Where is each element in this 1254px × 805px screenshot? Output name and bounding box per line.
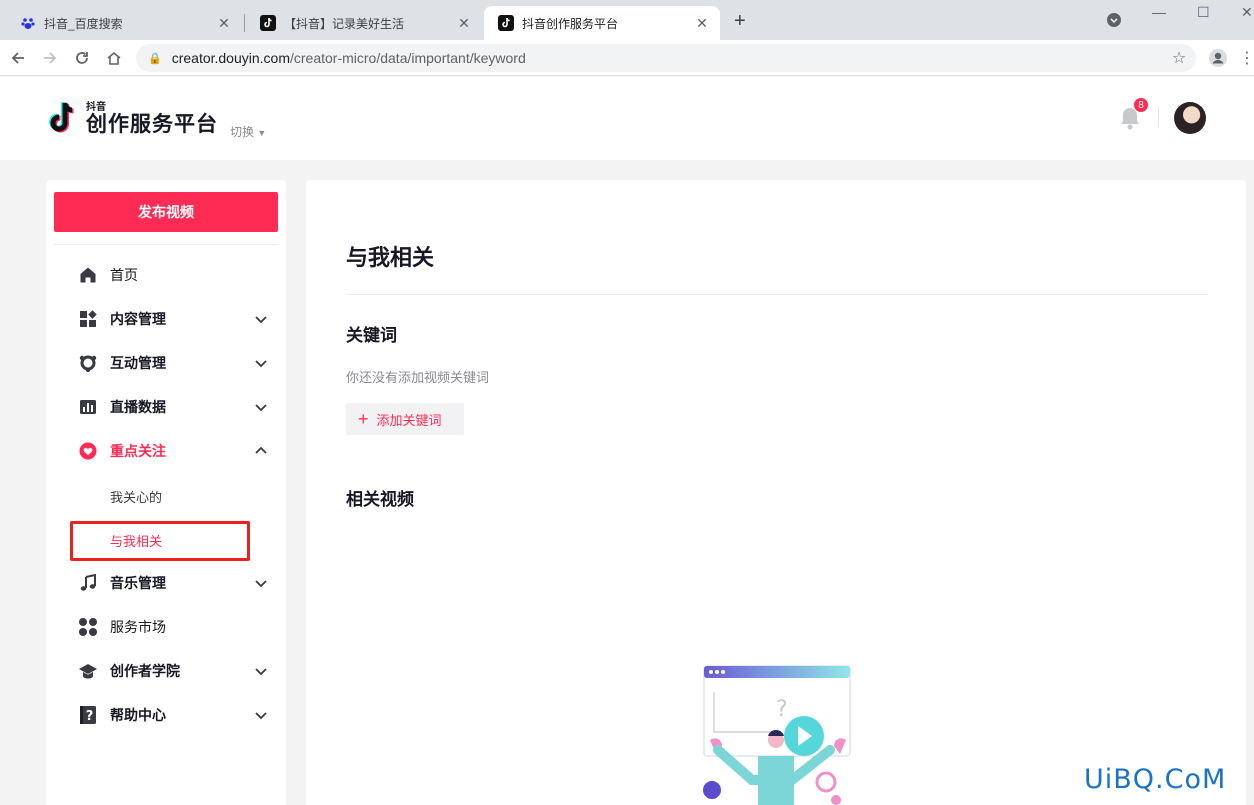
url-path: /creator-micro/data/important/keyword xyxy=(290,50,526,66)
browser-menu-icon[interactable]: ⋮ xyxy=(1239,47,1254,69)
close-tab-icon[interactable]: ✕ xyxy=(216,15,232,32)
lock-icon: 🔒 xyxy=(148,52,162,65)
chevron-down-icon xyxy=(255,668,267,676)
user-avatar[interactable] xyxy=(1174,102,1206,134)
switch-label: 切换 xyxy=(230,125,255,139)
watermark-text: UiBQ.CoM xyxy=(1084,764,1227,795)
close-window-icon[interactable]: ✕ xyxy=(1241,4,1253,21)
douyin-logo-icon xyxy=(49,101,74,133)
sidebar-subitem-my-concern[interactable]: 我关心的 xyxy=(110,487,162,506)
chevron-up-icon xyxy=(255,446,267,454)
publish-video-button[interactable]: 发布视频 xyxy=(54,192,278,232)
url-input[interactable]: 🔒 creator.douyin.com/creator-micro/data/… xyxy=(136,44,1196,72)
help-question-icon: ? xyxy=(78,705,98,725)
heart-icon xyxy=(78,441,98,461)
logo-title: 创作服务平台 xyxy=(86,113,218,136)
sidebar-item-label: 重点关注 xyxy=(110,443,166,459)
tab-separator xyxy=(244,14,245,32)
home-page-icon[interactable] xyxy=(103,47,125,69)
sidebar-item-label: 首页 xyxy=(110,267,138,283)
browser-tab-baidu[interactable]: 抖音_百度搜索 ✕ xyxy=(6,6,242,40)
home-icon xyxy=(78,265,98,285)
chevron-down-icon xyxy=(255,404,267,412)
douyin-icon xyxy=(260,15,276,31)
forward-arrow-icon[interactable] xyxy=(39,47,61,69)
minimize-window-icon[interactable]: — xyxy=(1152,4,1166,20)
browser-tab-bar: 抖音_百度搜索 ✕ 【抖音】记录美好生活 ✕ 抖音创作服务平台 ✕ + — ☐ … xyxy=(0,0,1254,40)
keywords-empty-hint: 你还没有添加视频关键词 xyxy=(346,370,490,385)
sidebar-item-label: 内容管理 xyxy=(110,311,166,327)
notification-count-badge: 8 xyxy=(1133,97,1149,113)
douyin-icon xyxy=(498,15,514,31)
switch-platform-dropdown[interactable]: 切换 ▼ xyxy=(230,123,266,140)
new-tab-button[interactable]: + xyxy=(734,10,746,32)
add-keyword-label: 添加关键词 xyxy=(376,412,442,428)
browser-tab-douyin-home[interactable]: 【抖音】记录美好生活 ✕ xyxy=(246,6,482,40)
graduation-cap-icon xyxy=(78,661,98,681)
site-header: 抖音 创作服务平台 切换 ▼ 8 xyxy=(0,77,1254,160)
sidebar-item-live-data[interactable]: 直播数据 xyxy=(78,395,268,419)
sidebar-item-label: 服务市场 xyxy=(110,619,166,635)
caret-down-icon: ▼ xyxy=(257,128,267,138)
sidebar-item-content[interactable]: 内容管理 xyxy=(78,307,268,331)
sidebar-item-help-center[interactable]: ? 帮助中心 xyxy=(78,703,268,727)
main-content: 与我相关 关键词 你还没有添加视频关键词 + 添加关键词 相关视频 ? xyxy=(306,180,1246,805)
related-videos-section-title: 相关视频 xyxy=(346,490,414,509)
url-host: creator.douyin.com xyxy=(171,50,290,66)
tab-title: 抖音_百度搜索 xyxy=(44,16,123,31)
interaction-icon xyxy=(78,353,98,373)
sidebar: 发布视频 首页 内容管理 互动管理 直播数据 重点关注 我关心的 与我相关 音乐… xyxy=(46,180,286,805)
sidebar-item-label: 创作者学院 xyxy=(110,663,180,679)
tab-title: 抖音创作服务平台 xyxy=(522,16,619,31)
close-tab-icon[interactable]: ✕ xyxy=(456,15,472,32)
sidebar-item-label: 音乐管理 xyxy=(110,575,166,591)
title-divider xyxy=(346,294,1208,295)
reload-icon[interactable] xyxy=(71,47,93,69)
browser-tab-creator-platform[interactable]: 抖音创作服务平台 ✕ xyxy=(484,6,720,40)
chevron-down-icon xyxy=(255,360,267,368)
chevron-down-icon xyxy=(255,712,267,720)
sidebar-item-interaction[interactable]: 互动管理 xyxy=(78,351,268,375)
sidebar-item-home[interactable]: 首页 xyxy=(78,263,268,287)
annotation-highlight-box xyxy=(70,521,250,561)
sidebar-item-label: 帮助中心 xyxy=(110,707,166,723)
chevron-down-icon xyxy=(255,580,267,588)
bookmark-star-icon[interactable]: ☆ xyxy=(1168,47,1190,69)
sidebar-item-service-market[interactable]: 服务市场 xyxy=(78,615,268,639)
baidu-paw-icon xyxy=(20,15,36,31)
bar-chart-icon xyxy=(78,397,98,417)
plus-icon: + xyxy=(358,409,369,429)
sidebar-divider xyxy=(54,244,278,245)
sidebar-item-label: 直播数据 xyxy=(110,399,166,415)
back-arrow-icon[interactable] xyxy=(7,47,29,69)
address-bar: 🔒 creator.douyin.com/creator-micro/data/… xyxy=(0,40,1254,76)
sidebar-item-creator-academy[interactable]: 创作者学院 xyxy=(78,659,268,683)
empty-state-illustration: ? xyxy=(703,665,851,805)
music-note-icon xyxy=(78,573,98,593)
chevron-down-icon xyxy=(255,316,267,324)
logo-subtitle: 抖音 xyxy=(86,102,106,113)
svg-text:?: ? xyxy=(776,697,788,722)
profile-icon[interactable] xyxy=(1207,47,1229,69)
add-keyword-button[interactable]: + 添加关键词 xyxy=(346,403,464,435)
service-market-icon xyxy=(78,617,98,637)
tab-title: 【抖音】记录美好生活 xyxy=(284,16,405,31)
svg-text:?: ? xyxy=(86,709,94,724)
content-grid-icon xyxy=(78,309,98,329)
maximize-window-icon[interactable]: ☐ xyxy=(1197,4,1210,21)
sidebar-item-focus[interactable]: 重点关注 xyxy=(78,439,268,463)
header-divider xyxy=(1158,107,1159,127)
tab-search-icon[interactable] xyxy=(1106,12,1122,31)
sidebar-item-music[interactable]: 音乐管理 xyxy=(78,571,268,595)
douyin-creator-logo[interactable]: 抖音 创作服务平台 xyxy=(46,99,218,137)
keywords-section-title: 关键词 xyxy=(346,326,397,345)
close-tab-icon[interactable]: ✕ xyxy=(694,15,710,32)
page-title: 与我相关 xyxy=(346,245,435,270)
sidebar-item-label: 互动管理 xyxy=(110,355,166,371)
